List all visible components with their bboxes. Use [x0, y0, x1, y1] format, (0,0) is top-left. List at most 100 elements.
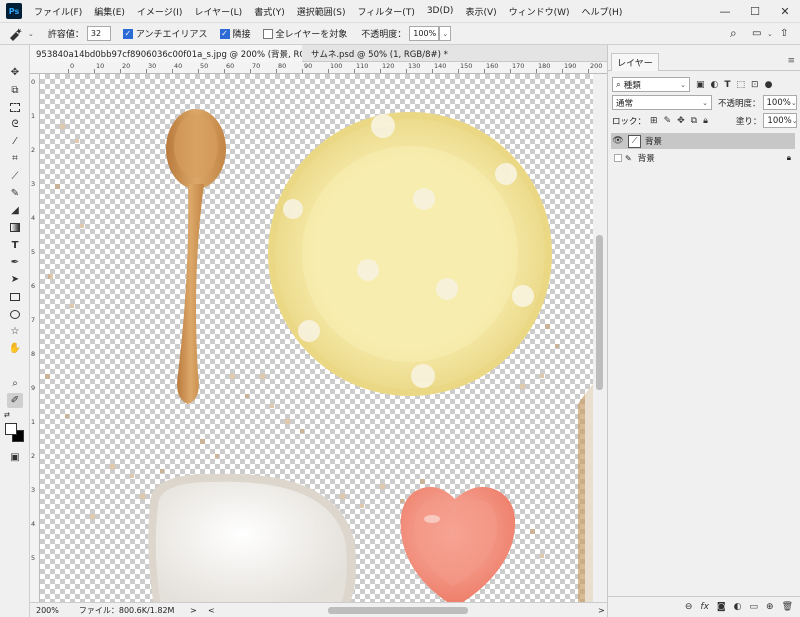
- ruler-tick: [172, 69, 173, 73]
- ruler-tick: [406, 69, 407, 73]
- marquee-icon[interactable]: [7, 100, 23, 115]
- all-layers-checkbox[interactable]: [262, 28, 273, 39]
- zoom-level[interactable]: 200%: [36, 606, 59, 615]
- chevron-down-icon: ⌄: [442, 29, 449, 38]
- tab-layers[interactable]: レイヤー: [611, 53, 659, 71]
- menu-layer[interactable]: レイヤー(L): [194, 5, 242, 18]
- layer-opacity-input[interactable]: 100% ⌄: [762, 95, 797, 110]
- share-icon[interactable]: ⇧: [780, 28, 788, 39]
- adjustment-icon[interactable]: ◐: [734, 602, 742, 612]
- custom-shape-icon[interactable]: ☆: [7, 324, 23, 339]
- opacity-dropdown[interactable]: ⌄: [439, 26, 452, 41]
- zoom-icon[interactable]: ⌕: [7, 376, 23, 391]
- layers-panel: レイヤー ≡ ⌕ 種類 ⌄ ▣ ◐ T ⬚ ⊡ ● 通常 ⌄ 不透明度： 100…: [607, 45, 800, 617]
- antialias-checkbox[interactable]: ✓: [122, 28, 133, 39]
- menu-3d[interactable]: 3D(D): [427, 6, 454, 16]
- filter-adjustment-icon[interactable]: ◐: [711, 80, 719, 90]
- menu-help[interactable]: ヘルプ(H): [582, 5, 623, 18]
- magic-eraser-icon[interactable]: ✐: [7, 393, 23, 408]
- blend-mode-select[interactable]: 通常 ⌄: [612, 95, 712, 110]
- eyedropper-icon[interactable]: ⟋: [7, 169, 23, 184]
- move-icon[interactable]: ✥: [7, 65, 23, 80]
- filter-shape-icon[interactable]: ⬚: [737, 80, 746, 90]
- path-select-icon[interactable]: ➤: [7, 272, 23, 287]
- crop-icon[interactable]: ⌗: [7, 151, 23, 166]
- layer-row[interactable]: 👁︎ ⟋ 背景: [611, 133, 795, 149]
- scroll-right-arrow[interactable]: >: [598, 606, 605, 615]
- brush-icon[interactable]: ✎: [7, 186, 23, 201]
- menu-type[interactable]: 書式(Y): [254, 5, 285, 18]
- vertical-scrollbar-thumb[interactable]: [596, 235, 603, 390]
- menu-view[interactable]: 表示(V): [465, 5, 496, 18]
- filter-kind-select[interactable]: ⌕ 種類 ⌄: [612, 77, 690, 92]
- gradient-icon[interactable]: [7, 220, 23, 235]
- mask-icon[interactable]: ◙: [717, 602, 726, 612]
- status-menu-arrow[interactable]: >: [190, 606, 197, 615]
- ruler-tick-label: 3: [31, 486, 36, 494]
- opacity-input[interactable]: 100%: [409, 26, 440, 41]
- foreground-color-swatch[interactable]: [5, 423, 17, 435]
- maximize-button[interactable]: ☐: [740, 0, 770, 22]
- layer-row[interactable]: ✎ 背景 🔒︎: [611, 150, 795, 166]
- link-icon[interactable]: ⊖: [685, 602, 693, 612]
- artboard-icon[interactable]: ⧉: [7, 83, 23, 98]
- close-button[interactable]: ✕: [770, 0, 800, 22]
- lock-transparent-icon[interactable]: ⊞: [650, 116, 658, 126]
- ruler-tick: [250, 69, 251, 73]
- new-layer-icon[interactable]: ⊕: [766, 602, 774, 612]
- lock-image-icon[interactable]: ✎: [664, 116, 672, 126]
- magic-eraser-icon: [10, 27, 22, 41]
- swap-colors-icon[interactable]: ⇄: [4, 411, 10, 419]
- ruler-tick-label: 170: [512, 62, 525, 70]
- menu-select[interactable]: 選択範囲(S): [297, 5, 346, 18]
- menu-window[interactable]: ウィンドウ(W): [509, 5, 570, 18]
- horizontal-scrollbar[interactable]: [220, 607, 596, 614]
- type-icon[interactable]: T: [7, 238, 23, 253]
- tab-active-document[interactable]: 953840a14bd0bb97cf8906036c00f01a_s.jpg @…: [30, 45, 302, 62]
- trash-icon[interactable]: 🗑︎: [782, 602, 793, 612]
- filter-toggle-icon[interactable]: ●: [765, 80, 773, 90]
- filter-pixel-icon[interactable]: ▣: [696, 80, 705, 90]
- contiguous-checkbox[interactable]: ✓: [219, 28, 230, 39]
- pen-icon[interactable]: ✒: [7, 255, 23, 270]
- ellipse-icon[interactable]: [7, 307, 23, 322]
- tab-thumbnail-document[interactable]: サムネ.psd @ 50% (1, RGB/8#) * ×: [305, 45, 455, 62]
- menu-edit[interactable]: 編集(E): [94, 5, 125, 18]
- magic-wand-icon[interactable]: ⁄: [7, 134, 23, 149]
- chevron-down-icon: ⌄: [790, 98, 797, 107]
- filter-type-icon[interactable]: T: [724, 80, 730, 90]
- filter-smart-icon[interactable]: ⊡: [751, 80, 759, 90]
- lock-position-icon[interactable]: ✥: [677, 116, 685, 126]
- hand-icon[interactable]: ✋: [7, 341, 23, 356]
- eraser-icon[interactable]: ◢: [7, 203, 23, 218]
- group-icon[interactable]: ▭: [750, 602, 759, 612]
- workspace-icon[interactable]: ▭: [752, 28, 761, 39]
- screen-mode-icon[interactable]: ▣: [7, 450, 23, 465]
- document-canvas[interactable]: [40, 74, 593, 602]
- lock-artboard-icon[interactable]: ⧉: [691, 116, 697, 126]
- menu-image[interactable]: イメージ(I): [137, 5, 183, 18]
- menu-filter[interactable]: フィルター(T): [357, 5, 414, 18]
- tolerance-input[interactable]: 32: [86, 26, 111, 41]
- panel-menu-icon[interactable]: ≡: [787, 56, 795, 66]
- fill-input[interactable]: 100% ⌄: [763, 113, 798, 128]
- ruler-tick-label: 200: [590, 62, 603, 70]
- close-icon[interactable]: ×: [454, 49, 455, 59]
- fx-icon[interactable]: fx: [700, 602, 709, 612]
- chevron-down-icon[interactable]: ⌄: [767, 30, 773, 38]
- ruler-tick-label: 4: [31, 520, 36, 528]
- layer-opacity-value: 100%: [766, 97, 791, 108]
- tool-preset-picker[interactable]: ⌄: [8, 27, 34, 41]
- scroll-left-arrow[interactable]: <: [208, 606, 215, 615]
- rectangle-icon[interactable]: [7, 289, 23, 304]
- visibility-toggle[interactable]: [614, 154, 622, 162]
- eye-icon[interactable]: 👁︎: [611, 136, 625, 146]
- ruler-tick: [458, 69, 459, 73]
- ruler-tick-label: 9: [31, 384, 36, 392]
- horizontal-scrollbar-thumb[interactable]: [328, 607, 468, 614]
- lasso-icon[interactable]: ᘓ: [7, 117, 23, 132]
- search-icon[interactable]: ⌕: [730, 26, 737, 41]
- menu-file[interactable]: ファイル(F): [34, 5, 82, 18]
- minimize-button[interactable]: —: [710, 0, 740, 22]
- lock-all-icon[interactable]: 🔒︎: [703, 116, 708, 126]
